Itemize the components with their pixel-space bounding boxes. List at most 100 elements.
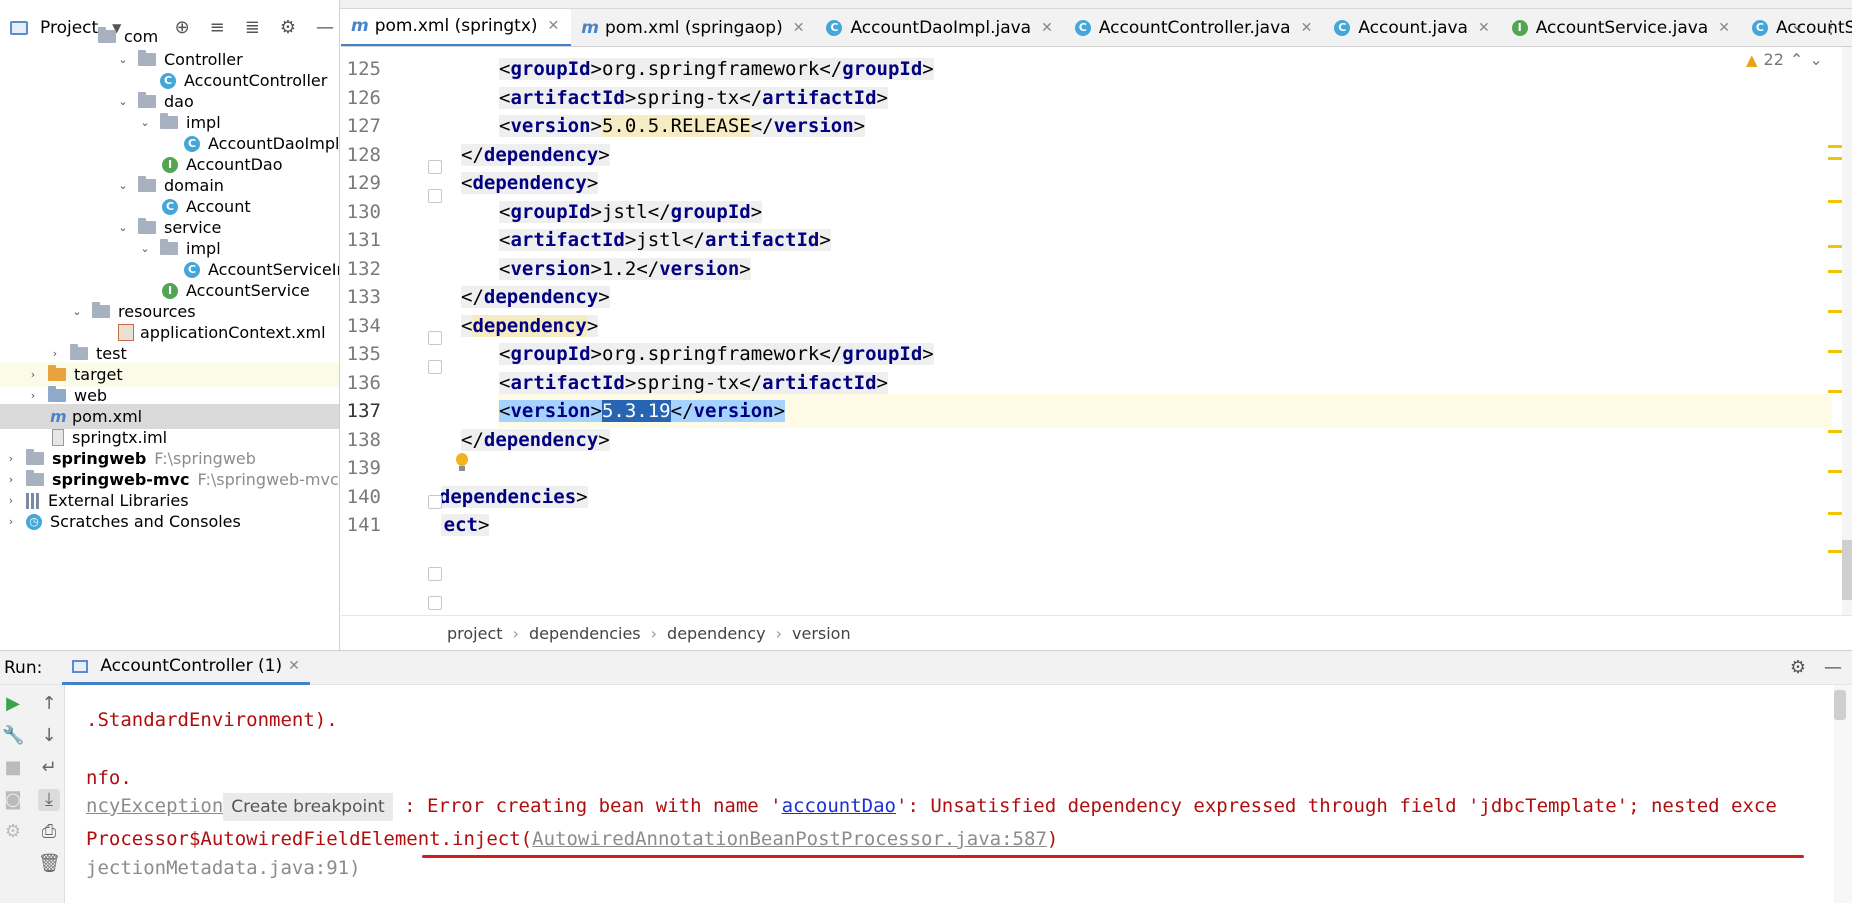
class-icon: C bbox=[160, 72, 176, 89]
close-icon[interactable]: ✕ bbox=[288, 658, 300, 674]
maven-icon: m bbox=[50, 407, 67, 426]
fold-marker-icon[interactable] bbox=[428, 189, 442, 203]
bean-link[interactable]: accountDao bbox=[782, 795, 896, 817]
module-folder-icon bbox=[26, 470, 44, 486]
library-icon bbox=[26, 492, 42, 509]
breadcrumb-item[interactable]: dependency bbox=[667, 624, 766, 643]
chevron-right-icon[interactable]: › bbox=[4, 515, 18, 528]
fold-marker-icon[interactable] bbox=[428, 360, 442, 374]
xml-value: 1.2 bbox=[601, 257, 637, 280]
wrench-icon[interactable]: 🔧 bbox=[2, 725, 24, 747]
trash-icon[interactable]: 🗑 bbox=[38, 853, 61, 875]
folder-icon bbox=[98, 27, 116, 43]
close-icon[interactable]: ✕ bbox=[1041, 20, 1053, 36]
maven-icon: m bbox=[581, 17, 599, 38]
chevron-right-icon[interactable]: › bbox=[48, 347, 62, 360]
tree-item-com[interactable]: com bbox=[0, 24, 339, 49]
tab-account[interactable]: C Account.java ✕ bbox=[1324, 9, 1501, 46]
chevron-down-icon[interactable]: ⌄ bbox=[138, 116, 152, 129]
folder-icon bbox=[92, 302, 110, 318]
tab-pom-springtx[interactable]: m pom.xml (springtx) ✕ bbox=[341, 9, 572, 46]
stop-icon[interactable]: ■ bbox=[2, 757, 24, 779]
fold-marker-icon[interactable] bbox=[428, 567, 442, 581]
code-editor[interactable]: <groupId>org.springframework</groupId> <a… bbox=[441, 47, 1832, 615]
chevron-right-icon[interactable]: › bbox=[26, 389, 40, 402]
tab-accountdaoimpl[interactable]: C AccountDaoImpl.java ✕ bbox=[816, 9, 1064, 46]
console-scroll-thumb[interactable] bbox=[1834, 690, 1846, 720]
warning-icon: ▲ bbox=[1746, 50, 1758, 69]
folder-icon bbox=[138, 92, 156, 108]
chevron-down-icon[interactable]: ⌄ bbox=[116, 221, 130, 234]
line-number[interactable]: 141 bbox=[341, 508, 381, 542]
close-icon[interactable]: ✕ bbox=[793, 20, 805, 36]
chevron-right-icon[interactable]: › bbox=[4, 452, 18, 465]
console-output[interactable]: .StandardEnvironment). nfo. ncyException… bbox=[66, 685, 1834, 903]
iml-file-icon bbox=[52, 429, 64, 446]
run-panel-header: Run: AccountController (1) ✕ ⚙ — bbox=[0, 650, 1852, 685]
source-link[interactable]: AutowiredAnnotationBeanPostProcessor.jav… bbox=[532, 828, 1047, 850]
arrow-up-icon[interactable]: ↑ bbox=[38, 693, 60, 715]
inspection-widget[interactable]: ▲ 22 ⌃ ⌄ bbox=[1746, 50, 1823, 69]
class-icon: C bbox=[826, 19, 843, 36]
more-options-icon[interactable]: ⋮ bbox=[1822, 17, 1840, 38]
scroll-to-end-icon[interactable]: ⤓ bbox=[38, 789, 60, 811]
fold-marker-icon[interactable] bbox=[428, 160, 442, 174]
lightbulb-icon[interactable] bbox=[454, 453, 470, 475]
class-icon: C bbox=[162, 198, 178, 215]
xml-value: org.springframework bbox=[601, 58, 820, 80]
console-line: ncyException Create breakpoint : Error cr… bbox=[86, 789, 1777, 823]
print-icon[interactable]: ⎙ bbox=[38, 821, 60, 843]
class-icon: C bbox=[1334, 19, 1351, 36]
editor-tab-bar: m pom.xml (springtx) ✕ m pom.xml (springaop… bbox=[341, 9, 1852, 47]
chevron-down-icon[interactable]: ⌄ bbox=[116, 95, 130, 108]
class-icon: C bbox=[184, 261, 200, 278]
gear-icon[interactable]: ⚙ bbox=[1790, 657, 1806, 678]
tab-accountcontroller[interactable]: C AccountController.java ✕ bbox=[1065, 9, 1324, 46]
folder-icon bbox=[160, 113, 178, 129]
fold-marker-icon[interactable] bbox=[428, 596, 442, 610]
run-config-icon bbox=[72, 659, 89, 673]
xml-value: spring-tx bbox=[636, 86, 740, 109]
interface-icon: I bbox=[162, 156, 178, 173]
breadcrumb-item[interactable]: version bbox=[792, 624, 851, 643]
folder-icon bbox=[138, 218, 156, 234]
fold-marker-icon[interactable] bbox=[428, 495, 442, 509]
settings-icon[interactable]: ⚙ bbox=[2, 821, 24, 843]
ide-window: Project ▼ ⊕ ≡ ≣ ⚙ — com ⌄ Controller C Acc… bbox=[0, 0, 1852, 903]
code-line[interactable]: </project> bbox=[441, 508, 1766, 542]
chevron-down-icon[interactable]: ⌄ bbox=[1791, 15, 1804, 34]
minimize-icon[interactable]: — bbox=[1824, 657, 1842, 678]
create-breakpoint-tooltip[interactable]: Create breakpoint bbox=[223, 793, 393, 821]
tab-pom-springaop[interactable]: m pom.xml (springaop) ✕ bbox=[571, 9, 816, 46]
breadcrumb-item[interactable]: dependencies bbox=[529, 624, 641, 643]
chevron-down-icon[interactable]: ⌄ bbox=[116, 53, 130, 66]
close-icon[interactable]: ✕ bbox=[548, 18, 560, 34]
chevron-down-icon[interactable]: ⌄ bbox=[70, 305, 84, 318]
close-icon[interactable]: ✕ bbox=[1478, 20, 1490, 36]
arrow-down-icon[interactable]: ↓ bbox=[38, 725, 60, 747]
chevron-down-icon[interactable]: ⌄ bbox=[1809, 50, 1822, 69]
tree-item-scratches[interactable]: › ◷ Scratches and Consoles bbox=[0, 509, 339, 534]
folder-icon bbox=[160, 239, 178, 255]
class-icon: C bbox=[184, 135, 200, 152]
console-line: jectionMetadata.java:91) bbox=[86, 857, 361, 879]
tab-accountservice[interactable]: I AccountService.java ✕ bbox=[1502, 9, 1742, 46]
soft-wrap-icon[interactable]: ↵ bbox=[38, 757, 60, 779]
close-icon[interactable]: ✕ bbox=[1301, 20, 1313, 36]
fold-marker-icon[interactable] bbox=[428, 331, 442, 345]
breadcrumb-item[interactable]: project bbox=[447, 624, 503, 643]
run-toolbar: ▶ ↑ 🔧 ↓ ■ ↵ ◙ ⤓ ⚙ ⎙ 🗑 bbox=[0, 685, 65, 903]
chevron-down-icon[interactable]: ⌄ bbox=[116, 179, 130, 192]
exception-link[interactable]: ncyException bbox=[86, 795, 223, 817]
chevron-down-icon[interactable]: ⌄ bbox=[138, 242, 152, 255]
maven-icon: m bbox=[351, 16, 369, 36]
tab-run-accountcontroller[interactable]: AccountController (1) ✕ bbox=[62, 650, 310, 685]
rerun-icon[interactable]: ▶ bbox=[2, 693, 24, 715]
chevron-right-icon[interactable]: › bbox=[26, 368, 40, 381]
close-icon[interactable]: ✕ bbox=[1718, 20, 1730, 36]
error-stripe[interactable] bbox=[1828, 140, 1846, 600]
chevron-right-icon[interactable]: › bbox=[4, 473, 18, 486]
chevron-up-icon[interactable]: ⌃ bbox=[1790, 50, 1803, 69]
camera-icon[interactable]: ◙ bbox=[2, 789, 24, 811]
chevron-right-icon[interactable]: › bbox=[4, 494, 18, 507]
